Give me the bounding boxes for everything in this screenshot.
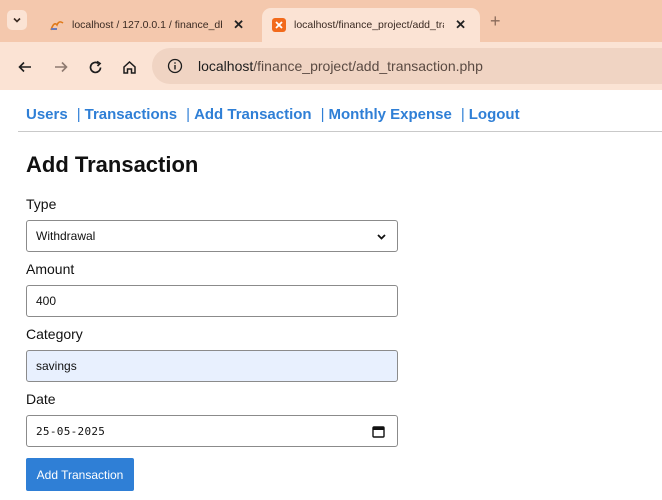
browser-tab-add-transaction[interactable]: localhost/finance_project/add_tran ✕ — [262, 8, 480, 42]
amount-input[interactable]: 400 — [26, 285, 398, 317]
category-label: Category — [26, 326, 83, 342]
chevron-down-icon — [13, 17, 21, 23]
home-button[interactable] — [118, 56, 140, 78]
page-content: Users | Transactions | Add Transaction | Month… — [0, 90, 662, 500]
back-button[interactable] — [14, 56, 36, 78]
site-info-icon[interactable] — [164, 55, 186, 77]
nav-link-logout[interactable]: Logout — [469, 106, 520, 123]
forward-button[interactable] — [50, 56, 72, 78]
nav-link-monthly-expense[interactable]: Monthly Expense — [329, 106, 452, 123]
add-transaction-button[interactable]: Add Transaction — [26, 458, 134, 491]
xampp-icon — [272, 18, 286, 32]
date-label: Date — [26, 391, 56, 407]
home-icon — [122, 60, 136, 74]
amount-value: 400 — [36, 294, 57, 308]
reload-icon — [89, 60, 101, 73]
category-input[interactable]: savings — [26, 350, 398, 382]
nav-separator: | — [460, 106, 465, 123]
back-arrow-icon — [18, 61, 31, 73]
tab-title: localhost/finance_project/add_tran — [294, 19, 444, 31]
amount-label: Amount — [26, 261, 75, 277]
date-value: 25-05-2025 — [36, 424, 106, 438]
nav-link-users[interactable]: Users — [26, 106, 68, 123]
type-label: Type — [26, 196, 57, 212]
nav-link-add-transaction[interactable]: Add Transaction — [194, 106, 312, 123]
close-tab-icon[interactable]: ✕ — [233, 17, 244, 33]
nav-separator: | — [76, 106, 81, 123]
phpmyadmin-icon — [50, 18, 64, 32]
tab-title: localhost / 127.0.0.1 / finance_db / — [72, 19, 222, 31]
tab-search-button[interactable] — [7, 10, 27, 30]
type-selected-value: Withdrawal — [36, 229, 96, 243]
nav-link-transactions[interactable]: Transactions — [85, 106, 178, 123]
top-navigation: Users | Transactions | Add Transaction | Month… — [26, 106, 520, 123]
page-title: Add Transaction — [26, 152, 199, 177]
date-input[interactable]: 25-05-2025 — [26, 415, 398, 447]
browser-tab-strip: localhost / 127.0.0.1 / finance_db / ✕ l… — [0, 0, 662, 42]
close-tab-icon[interactable]: ✕ — [455, 17, 466, 33]
address-bar[interactable]: localhost/finance_project/add_transactio… — [152, 48, 662, 84]
browser-toolbar: localhost/finance_project/add_transactio… — [0, 42, 662, 90]
category-value: savings — [36, 359, 77, 373]
chevron-down-icon — [377, 234, 386, 240]
nav-separator: | — [186, 106, 191, 123]
browser-tab-phpmyadmin[interactable]: localhost / 127.0.0.1 / finance_db / ✕ — [38, 8, 258, 42]
url-path: /finance_project/add_transaction.php — [253, 58, 483, 74]
calendar-icon[interactable] — [372, 425, 385, 438]
nav-separator: | — [320, 106, 325, 123]
url-host: localhost — [198, 58, 254, 74]
reload-button[interactable] — [84, 56, 106, 78]
forward-arrow-icon — [55, 61, 68, 73]
nav-divider — [18, 131, 662, 132]
new-tab-icon[interactable]: + — [490, 12, 501, 30]
type-select[interactable]: Withdrawal — [26, 220, 398, 252]
